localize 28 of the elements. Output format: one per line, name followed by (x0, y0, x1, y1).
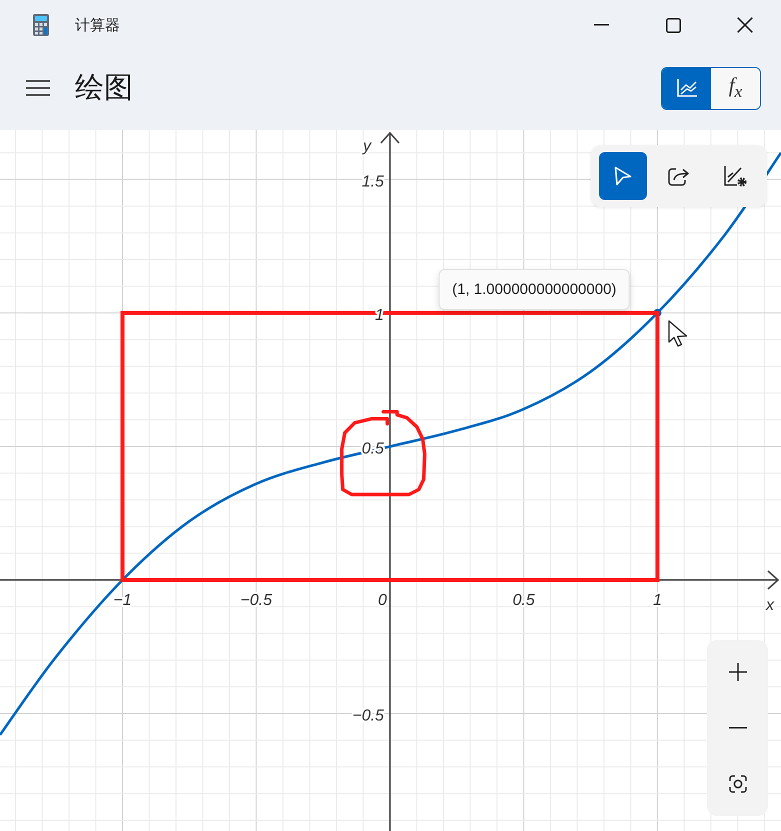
mouse-cursor-icon (668, 320, 688, 347)
y-tick-label: 1.5 (362, 173, 384, 190)
x-tick-label: 1 (652, 592, 662, 609)
graph-mode-button[interactable] (662, 68, 711, 108)
calculator-icon (33, 14, 49, 36)
function-mode-button[interactable]: f$_{x}$ (711, 68, 760, 108)
chart-lines-icon (676, 79, 696, 97)
pointer-icon (614, 166, 632, 186)
x-axis-label: x (766, 596, 774, 614)
focus-frame-icon (728, 775, 746, 793)
minimize-icon (594, 24, 608, 26)
y-tick-label: −0.5 (352, 708, 384, 724)
maximize-icon (666, 18, 680, 32)
menu-icon (26, 80, 50, 96)
window-title: 计算器 (75, 16, 120, 34)
minus-icon (728, 727, 746, 729)
share-icon (668, 166, 690, 186)
chart-gear-icon (724, 166, 746, 186)
x-tick-label: −0.5 (240, 592, 272, 609)
x-tick-label: −1 (113, 592, 132, 609)
y-axis-label: y (362, 138, 371, 155)
coordinate-tooltip: (1, 1.000000000000000) (439, 268, 630, 310)
x-tick-label: 0 (378, 592, 387, 609)
page-title: 绘图 (75, 71, 133, 106)
select-tool-button[interactable] (599, 152, 647, 200)
plus-icon (728, 663, 746, 681)
x-tick-label: 0.5 (512, 592, 535, 609)
close-icon (737, 17, 753, 33)
